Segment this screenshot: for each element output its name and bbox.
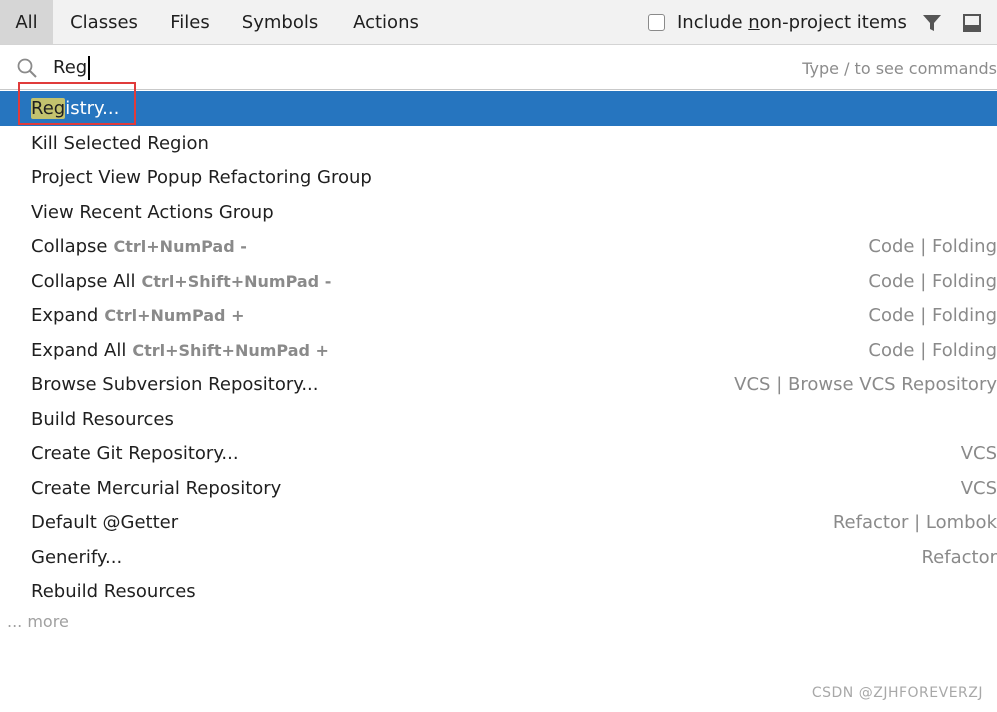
search-everywhere-popup: All Classes Files Symbols Actions Includ…	[0, 0, 997, 712]
result-group: VCS	[960, 477, 997, 499]
include-non-project-toggle[interactable]: Include non-project items	[648, 0, 907, 44]
tab-bar: All Classes Files Symbols Actions Includ…	[0, 0, 997, 45]
result-label: Create Mercurial Repository	[31, 477, 282, 499]
result-name: Create Git Repository...	[31, 436, 239, 471]
result-name: Rebuild Resources	[31, 574, 196, 609]
result-name: Browse Subversion Repository...	[31, 367, 318, 402]
result-name: Kill Selected Region	[31, 126, 209, 161]
result-name: Collapse All Ctrl+Shift+NumPad -	[31, 264, 331, 299]
tab-classes[interactable]: Classes	[60, 0, 148, 44]
result-name: Generify...	[31, 540, 122, 575]
result-label: Collapse All	[31, 270, 136, 292]
result-name: Project View Popup Refactoring Group	[31, 160, 372, 195]
result-label: Collapse	[31, 236, 108, 257]
include-non-project-checkbox[interactable]	[648, 13, 665, 31]
result-row[interactable]: Build Resources	[0, 402, 997, 437]
search-hint: Type / to see commands	[802, 59, 997, 78]
watermark: CSDN @ZJHFOREVERZJ	[811, 685, 983, 701]
result-row[interactable]: Expand Ctrl+NumPad + Code | Folding	[0, 298, 997, 333]
result-label: Project View Popup Refactoring Group	[31, 167, 372, 188]
keyboard-shortcut: Ctrl+Shift+NumPad +	[132, 340, 329, 360]
result-label: Build Resources	[31, 408, 174, 430]
result-group: Refactor	[921, 546, 997, 568]
result-row[interactable]: Create Mercurial Repository VCS	[0, 471, 997, 506]
result-name: Default @Getter	[31, 505, 178, 540]
result-label: Browse Subversion Repository...	[31, 374, 319, 395]
result-name: Create Mercurial Repository	[31, 471, 281, 506]
result-group: Code | Folding	[868, 339, 997, 361]
result-name: View Recent Actions Group	[31, 195, 274, 230]
tab-files[interactable]: Files	[158, 0, 222, 44]
result-label: Expand	[31, 305, 99, 326]
result-label: istry...	[65, 98, 120, 119]
result-name: Collapse Ctrl+NumPad -	[31, 229, 247, 264]
result-label: Default @Getter	[31, 512, 179, 533]
match-highlight: Reg	[31, 98, 66, 119]
result-row[interactable]: Collapse All Ctrl+Shift+NumPad - Code | Fo…	[0, 264, 997, 299]
result-group: VCS	[960, 443, 997, 464]
result-row[interactable]: Expand All Ctrl+Shift+NumPad + Code | Fold…	[0, 333, 997, 368]
result-row[interactable]: Default @Getter Refactor | Lombok	[0, 505, 997, 540]
tab-actions[interactable]: Actions	[342, 0, 430, 44]
result-name: Build Resources	[31, 402, 174, 437]
result-group: VCS | Browse VCS Repository	[734, 374, 997, 395]
keyboard-shortcut: Ctrl+NumPad -	[113, 237, 247, 256]
tab-symbols[interactable]: Symbols	[232, 0, 328, 44]
result-group: Code | Folding	[868, 236, 997, 257]
result-row[interactable]: Project View Popup Refactoring Group	[0, 160, 997, 195]
include-non-project-label: Include non-project items	[677, 11, 907, 33]
filter-icon[interactable]	[922, 13, 942, 33]
result-row[interactable]: Registry...	[0, 91, 997, 126]
result-row[interactable]: Browse Subversion Repository... VCS | Bro…	[0, 367, 997, 402]
result-label: Generify...	[31, 546, 123, 568]
keyboard-shortcut: Ctrl+NumPad +	[104, 306, 245, 325]
keyboard-shortcut: Ctrl+Shift+NumPad -	[141, 271, 332, 291]
search-row: Type / to see commands	[0, 45, 997, 90]
result-label: Expand All	[31, 339, 127, 361]
search-icon	[17, 58, 37, 78]
result-row[interactable]: Create Git Repository... VCS	[0, 436, 997, 471]
result-label: Kill Selected Region	[31, 132, 209, 154]
result-row[interactable]: Rebuild Resources	[0, 574, 997, 609]
result-row[interactable]: Generify... Refactor	[0, 540, 997, 575]
result-label: Create Git Repository...	[31, 443, 239, 464]
result-group: Code | Folding	[868, 305, 997, 326]
result-group: Code | Folding	[868, 270, 997, 292]
result-name: Expand Ctrl+NumPad +	[31, 298, 244, 333]
more-link[interactable]: ... more	[7, 612, 69, 631]
result-row[interactable]: Kill Selected Region	[0, 126, 997, 161]
result-name: Registry...	[31, 91, 119, 126]
result-name: Expand All Ctrl+Shift+NumPad +	[31, 333, 329, 368]
result-group: Refactor | Lombok	[832, 512, 997, 533]
result-label: View Recent Actions Group	[31, 201, 274, 223]
tab-all[interactable]: All	[0, 0, 53, 44]
pin-window-icon[interactable]	[962, 13, 982, 33]
result-row[interactable]: Collapse Ctrl+NumPad - Code | Folding	[0, 229, 997, 264]
result-label: Rebuild Resources	[31, 581, 196, 602]
result-row[interactable]: View Recent Actions Group	[0, 195, 997, 230]
search-input[interactable]	[53, 53, 653, 81]
results-list: Registry... Kill Selected Region Project V…	[0, 91, 997, 609]
text-caret	[88, 56, 90, 80]
